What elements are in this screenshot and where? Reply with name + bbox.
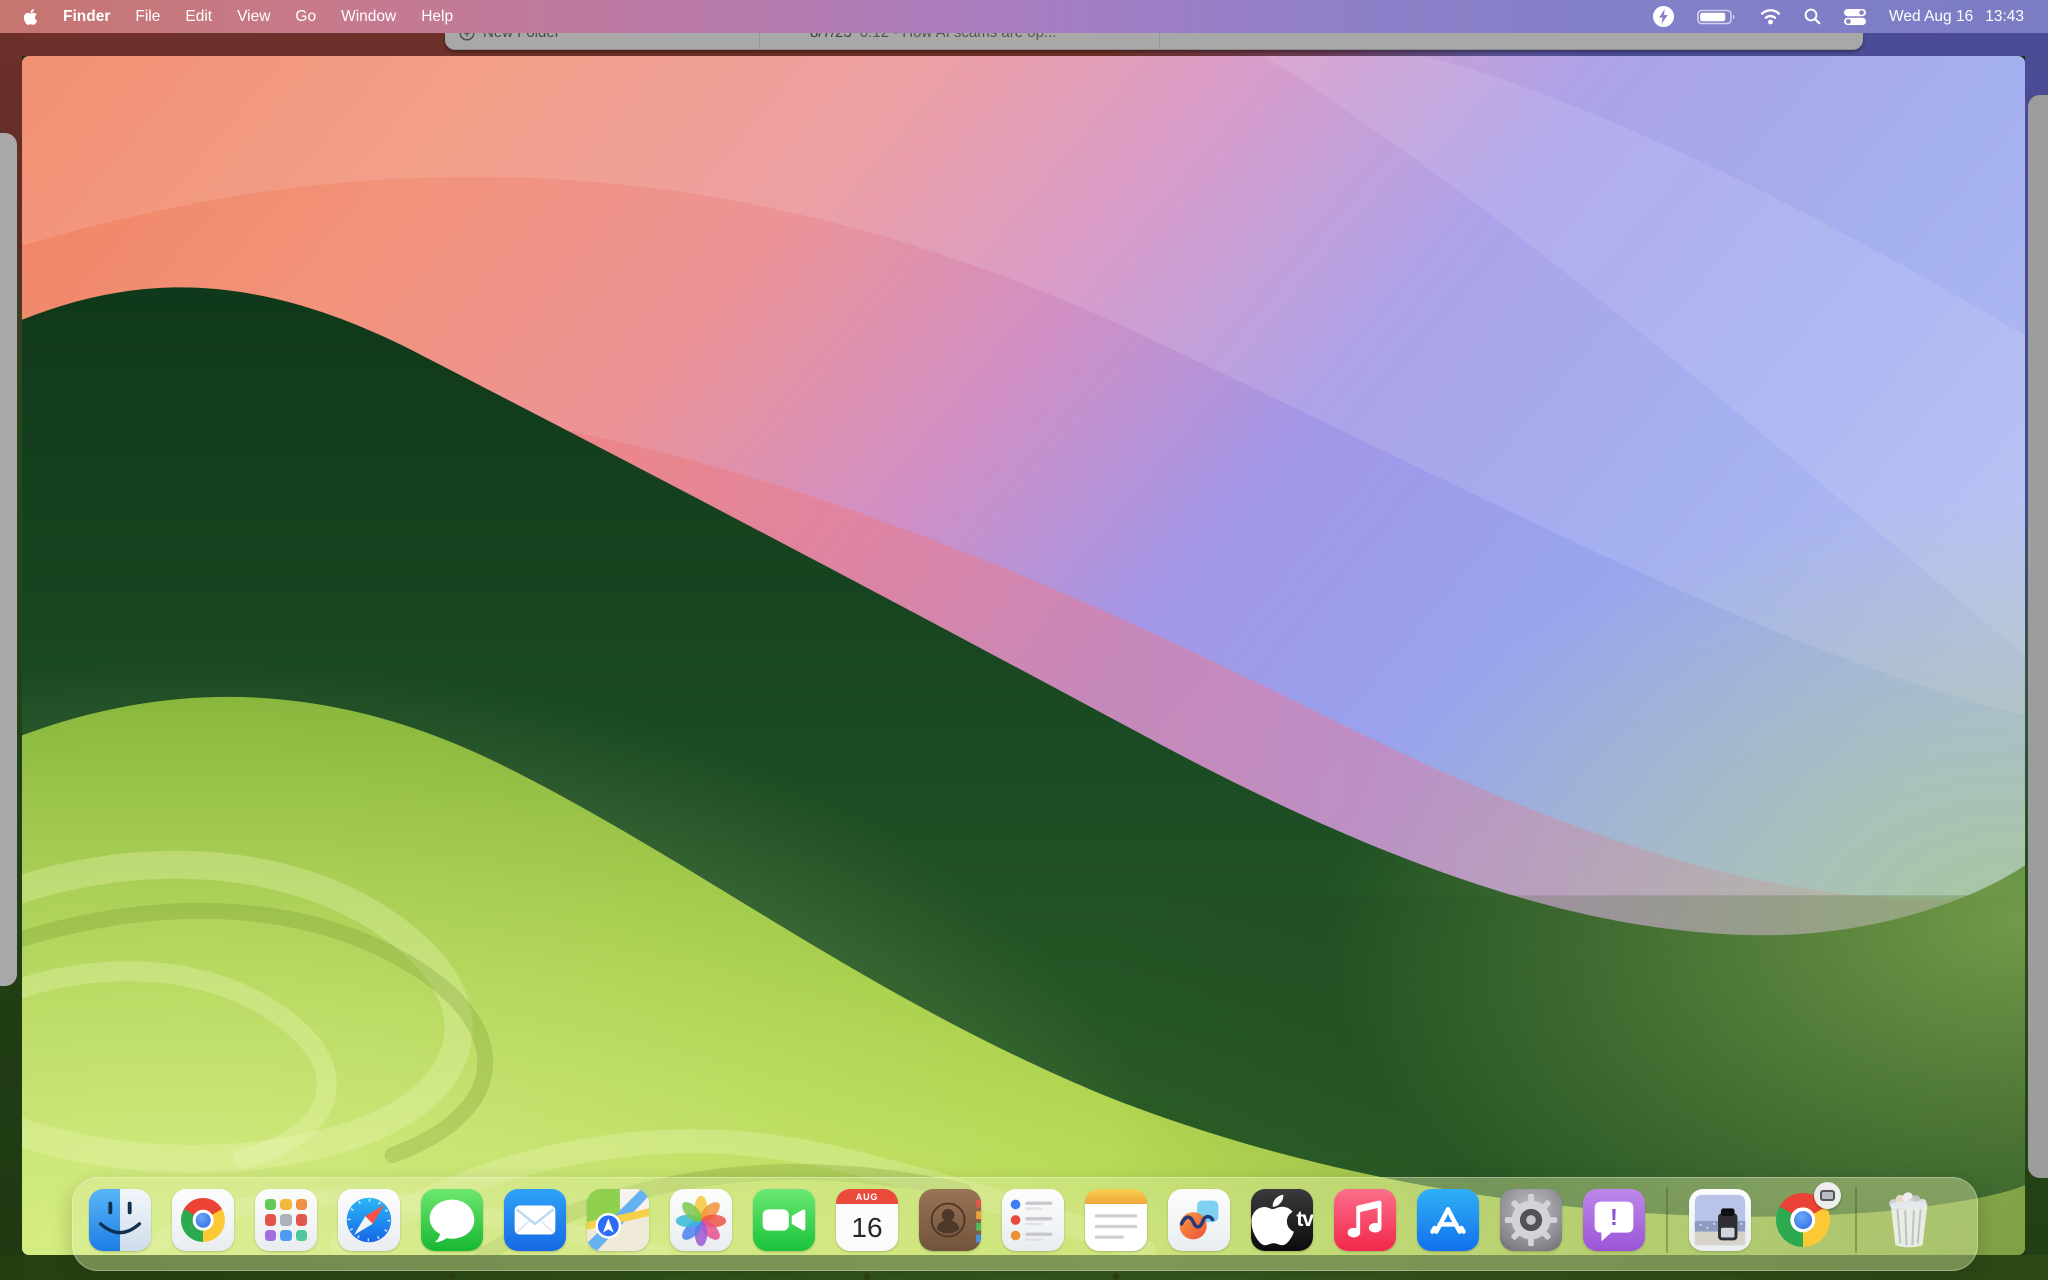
dock-item-document-preview[interactable]: [1689, 1189, 1751, 1251]
menu-file[interactable]: File: [135, 8, 160, 26]
wallpaper: [22, 56, 2025, 1255]
clock-date: Wed Aug 16: [1889, 8, 1973, 26]
photos-pinwheel-icon: [670, 1189, 732, 1251]
battery-icon[interactable]: [1697, 8, 1737, 26]
launchpad-icon: [255, 1189, 317, 1251]
dock-icon-notes[interactable]: [1085, 1189, 1147, 1251]
notes-content-column: [1160, 33, 1863, 49]
dock-icon-finder[interactable]: [89, 1189, 151, 1251]
offscreen-window-right-edge[interactable]: [2028, 95, 2048, 1178]
window-icon: [1820, 1190, 1835, 1201]
video-camera-icon: [753, 1189, 815, 1251]
dock-icon-maps[interactable]: [587, 1189, 649, 1251]
dock-icon-system-settings[interactable]: [1500, 1189, 1562, 1251]
spotlight-search-icon[interactable]: [1804, 8, 1821, 25]
note-date: 8/7/23: [810, 33, 852, 41]
feedback-bubble-icon: !: [1583, 1189, 1645, 1251]
menu-view[interactable]: View: [237, 8, 270, 26]
clock-time: 13:43: [1985, 8, 2024, 26]
menu-app-name[interactable]: Finder: [63, 8, 110, 26]
dock-divider: [1666, 1187, 1668, 1253]
app-store-icon: [1417, 1189, 1479, 1251]
apple-icon: [23, 8, 38, 26]
notes-window-bottom-edge[interactable]: New Folder 8/7/23 0:12 - How AI scams ar…: [445, 33, 1863, 50]
minimized-window-badge: [1814, 1182, 1841, 1209]
reminders-list-icon: [1002, 1189, 1064, 1251]
apple-menu[interactable]: [23, 8, 38, 26]
offscreen-window-left-edge[interactable]: [0, 133, 17, 986]
dock-icon-safari[interactable]: [338, 1189, 400, 1251]
note-preview: 0:12 - How AI scams are op...: [860, 33, 1057, 41]
dock-icon-calendar[interactable]: AUG 16: [836, 1189, 898, 1251]
new-folder-label: New Folder: [483, 33, 560, 41]
running-indicator: [449, 1273, 456, 1280]
envelope-icon: [504, 1189, 566, 1251]
notes-list-column: 8/7/23 0:12 - How AI scams are op...: [760, 33, 1160, 49]
gear-icon: [1500, 1189, 1562, 1251]
apple-icon: [1251, 1189, 1294, 1251]
dock-icon-contacts[interactable]: [919, 1189, 981, 1251]
charging-bolt-icon[interactable]: [1652, 5, 1675, 28]
freeform-icon: [1168, 1189, 1230, 1251]
dock-icon-mail[interactable]: [504, 1189, 566, 1251]
circle-plus-icon: [459, 33, 475, 41]
apple-tv-label: tv: [1296, 1208, 1313, 1232]
new-folder-button[interactable]: New Folder: [459, 33, 560, 41]
dock-icon-feedback-assistant[interactable]: !: [1583, 1189, 1645, 1251]
menu-help[interactable]: Help: [421, 8, 453, 26]
contacts-silhouette-icon: [919, 1189, 981, 1251]
note-list-row[interactable]: 8/7/23 0:12 - How AI scams are op...: [810, 33, 1056, 41]
dock-icon-music[interactable]: [1334, 1189, 1396, 1251]
dock-item-chrome-window[interactable]: [1772, 1189, 1834, 1251]
chrome-icon: [181, 1198, 225, 1242]
dock-icon-reminders[interactable]: [1002, 1189, 1064, 1251]
desktop: New Folder 8/7/23 0:12 - How AI scams ar…: [0, 0, 2048, 1280]
notes-sidebar: New Folder: [445, 33, 760, 49]
dock-divider: [1855, 1187, 1857, 1253]
maps-icon: [587, 1189, 649, 1251]
finder-icon: [89, 1189, 151, 1251]
running-indicator: [864, 1273, 871, 1280]
dock-icon-trash[interactable]: [1878, 1189, 1940, 1251]
dock-icon-facetime[interactable]: [753, 1189, 815, 1251]
calendar-icon: AUG 16: [836, 1189, 898, 1251]
menu-edit[interactable]: Edit: [185, 8, 212, 26]
safari-compass-icon: [338, 1189, 400, 1251]
menu-bar: Finder File Edit View Go Window Help: [0, 0, 2048, 33]
menu-bar-clock[interactable]: Wed Aug 16 13:43: [1889, 8, 2024, 26]
document-preview-icon: [1689, 1189, 1751, 1251]
running-indicator: [1113, 1273, 1120, 1280]
dock-icon-app-store[interactable]: [1417, 1189, 1479, 1251]
calendar-month: AUG: [836, 1189, 898, 1204]
dock-icon-chrome[interactable]: [172, 1189, 234, 1251]
trash-full-icon: [1878, 1189, 1940, 1251]
wifi-icon[interactable]: [1759, 8, 1782, 25]
calendar-day: 16: [836, 1204, 898, 1251]
running-indicator: [117, 1273, 124, 1280]
dock: AUG 16: [72, 1177, 1978, 1271]
dock-icon-launchpad[interactable]: [255, 1189, 317, 1251]
feedback-exclamation: !: [1583, 1204, 1645, 1231]
menu-window[interactable]: Window: [341, 8, 396, 26]
notes-icon: [1085, 1189, 1147, 1251]
speech-bubble-icon: [421, 1189, 483, 1251]
menu-go[interactable]: Go: [295, 8, 316, 26]
dock-icon-freeform[interactable]: [1168, 1189, 1230, 1251]
dock-icon-photos[interactable]: [670, 1189, 732, 1251]
music-note-icon: [1334, 1189, 1396, 1251]
dock-icon-apple-tv[interactable]: tv: [1251, 1189, 1313, 1251]
dock-icon-messages[interactable]: [421, 1189, 483, 1251]
control-center-icon[interactable]: [1843, 8, 1867, 26]
apple-tv-icon: tv: [1251, 1189, 1313, 1251]
